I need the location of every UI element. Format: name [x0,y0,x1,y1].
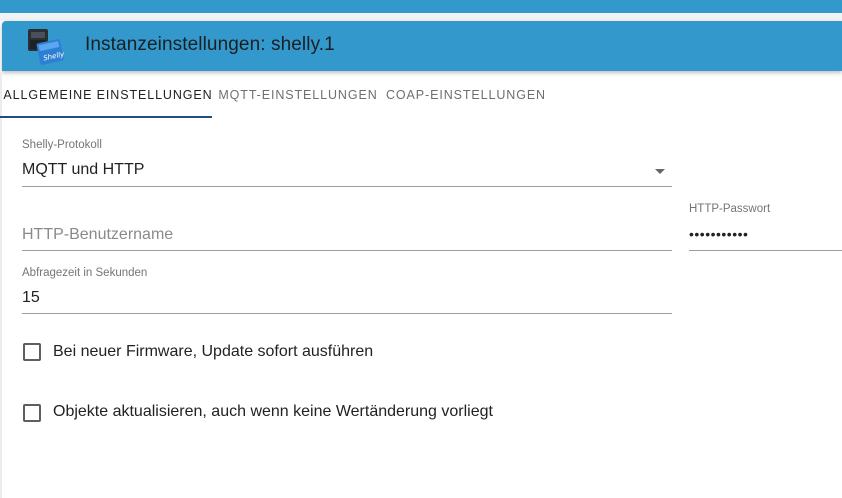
page-title: Instanzeinstellungen: shelly.1 [85,34,335,55]
update-objects-label: Objekte aktualisieren, auch wenn keine W… [53,403,493,420]
update-objects-checkbox[interactable] [23,404,41,422]
http-username-underline [22,250,672,251]
active-tab-indicator [0,116,212,118]
tab-coap-settings[interactable]: COAP-EINSTELLUNGEN [382,72,550,119]
protocol-underline [22,186,672,187]
chevron-down-icon[interactable] [655,169,665,174]
tab-bar: ALLGEMEINE EINSTELLUNGEN MQTT-EINSTELLUN… [2,72,842,119]
firmware-update-checkbox[interactable] [23,343,41,361]
top-gap [0,13,842,21]
poll-interval-underline [22,313,672,314]
http-username-input[interactable]: HTTP-Benutzername [22,226,173,244]
poll-interval-label: Abfragezeit in Sekunden [22,267,148,279]
poll-interval-input[interactable]: 15 [22,289,40,307]
http-password-underline [689,250,842,251]
tab-general-settings[interactable]: ALLGEMEINE EINSTELLUNGEN [2,72,214,119]
shelly-logo-icon: Shelly [28,29,66,65]
panel-border [0,72,2,498]
protocol-label: Shelly-Protokoll [22,139,102,151]
firmware-update-label: Bei neuer Firmware, Update sofort ausfüh… [53,343,374,360]
protocol-select[interactable]: MQTT und HTTP [22,161,144,179]
dialog-header: Shelly Instanzeinstellungen: shelly.1 [2,21,842,71]
top-bar [0,0,842,13]
http-password-label: HTTP-Passwort [689,203,771,215]
tab-mqtt-settings[interactable]: MQTT-EINSTELLUNGEN [214,72,382,119]
http-password-input[interactable]: ••••••••••• [689,226,748,242]
